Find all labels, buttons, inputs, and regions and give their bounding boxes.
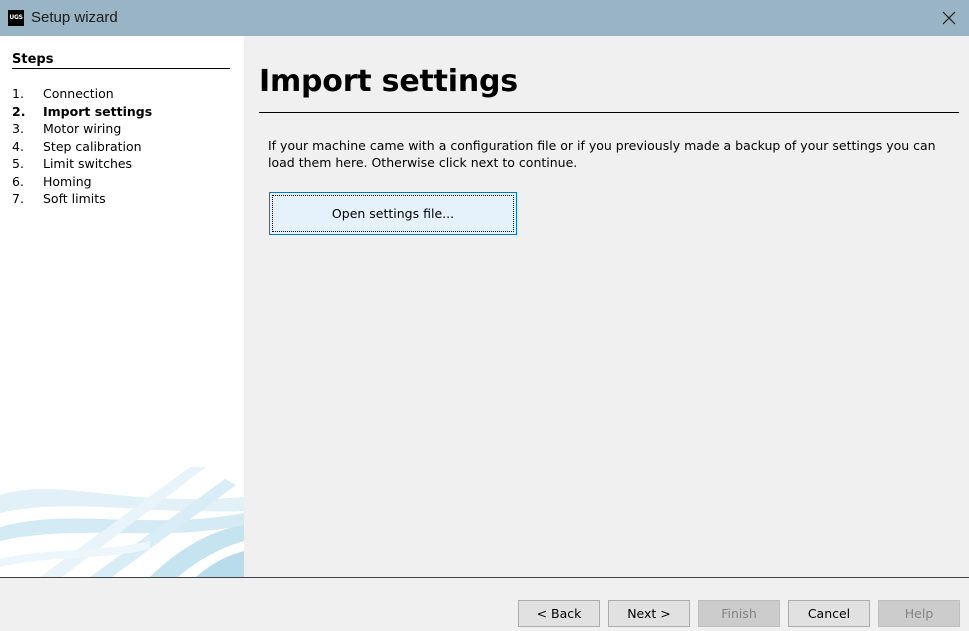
step-number: 6.: [12, 173, 24, 189]
wizard-content-panel: Import settings If your machine came wit…: [244, 36, 969, 577]
step-motor-wiring: 3. Motor wiring: [12, 120, 152, 138]
step-label: Step calibration: [43, 138, 142, 154]
step-number: 1.: [12, 86, 24, 101]
sidebar-decoration-image: [0, 467, 244, 577]
step-limit-switches: 5. Limit switches: [12, 155, 152, 173]
step-soft-limits: 7. Soft limits: [12, 190, 152, 208]
back-button[interactable]: < Back: [518, 600, 600, 627]
help-button[interactable]: Help: [878, 600, 960, 627]
title-divider: [259, 112, 959, 113]
step-label: Limit switches: [43, 156, 133, 171]
cancel-button[interactable]: Cancel: [788, 600, 870, 627]
step-label: Soft limits: [43, 191, 106, 206]
steps-divider: [12, 68, 230, 69]
next-button[interactable]: Next >: [608, 600, 690, 627]
step-number: 3.: [12, 121, 24, 136]
page-title: Import settings: [259, 64, 518, 99]
step-number: 5.: [12, 156, 24, 171]
steps-heading: Steps: [12, 52, 54, 67]
close-icon: [942, 11, 956, 25]
wizard-footer: < Back Next > Finish Cancel Help: [0, 578, 969, 631]
description-text: If your machine came with a configuratio…: [268, 138, 936, 170]
window-title: Setup wizard: [31, 9, 118, 26]
open-settings-file-button[interactable]: Open settings file...: [269, 192, 517, 235]
step-step-calibration: 4. Step calibration: [12, 138, 152, 156]
title-bar: UGS Setup wizard: [0, 0, 969, 36]
step-number: 2.: [12, 103, 26, 119]
step-label: Import settings: [43, 103, 153, 119]
step-label: Homing: [43, 173, 92, 189]
step-number: 4.: [12, 138, 24, 154]
step-label: Connection: [43, 86, 114, 101]
close-button[interactable]: [935, 4, 963, 32]
step-label: Motor wiring: [43, 121, 122, 136]
step-number: 7.: [12, 191, 24, 206]
app-logo-icon: UGS: [8, 10, 24, 26]
finish-button[interactable]: Finish: [698, 600, 780, 627]
steps-list: 1. Connection 2. Import settings 3. Moto…: [12, 85, 152, 208]
step-import-settings: 2. Import settings: [12, 103, 152, 121]
steps-sidebar: Steps 1. Connection 2. Import settings 3…: [0, 36, 244, 577]
step-homing: 6. Homing: [12, 173, 152, 191]
step-connection: 1. Connection: [12, 85, 152, 103]
open-settings-file-label: Open settings file...: [272, 195, 514, 232]
